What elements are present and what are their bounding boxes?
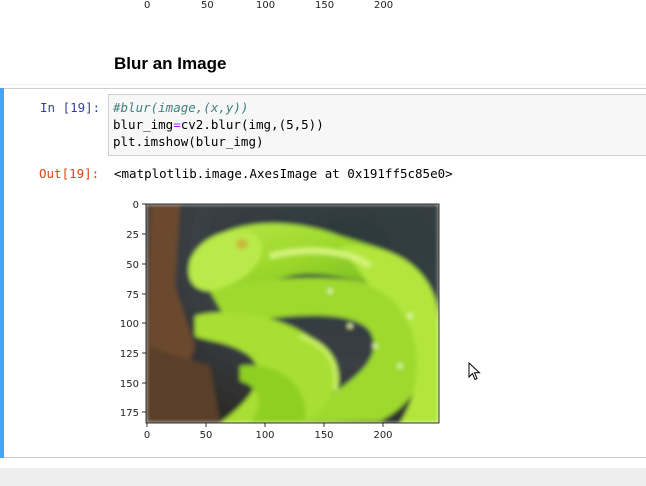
y-tick-label: 150: [120, 379, 139, 390]
y-tick-label: 50: [126, 260, 139, 271]
code-comment-line: #blur(image,(x,y)): [113, 100, 249, 115]
x-tick-label: 0: [144, 430, 150, 441]
tick-label: 200: [374, 0, 394, 11]
input-prompt: In [19]:: [40, 100, 101, 115]
code-token-call: cv2.blur(img,(5,5)): [180, 117, 324, 132]
y-tick-label: 125: [120, 349, 139, 360]
x-tick-label: 50: [200, 430, 213, 441]
markdown-heading: Blur an Image: [114, 54, 227, 73]
y-tick-label: 0: [133, 200, 139, 211]
cell-divider: [0, 84, 646, 85]
y-tick-label: 175: [120, 408, 139, 419]
x-tick-label: 100: [255, 430, 274, 441]
y-tick-label: 75: [126, 290, 139, 301]
output-prompt: Out[19]:: [39, 166, 100, 181]
x-tick-label: 200: [373, 430, 392, 441]
code-line-imshow: plt.imshow(blur_img): [113, 134, 264, 149]
code-token-op: =: [173, 117, 181, 132]
code-token-var: blur_img: [113, 117, 174, 132]
tick-label: 50: [201, 0, 214, 11]
mouse-cursor-icon: [468, 362, 481, 381]
y-tick-label: 100: [120, 319, 139, 330]
x-axis-labels: 0 50 100 150 200: [144, 430, 393, 441]
notebook-bottom-area: [0, 468, 646, 486]
imshow-plot: 0 25 50 75 100 125 150 175 0 50 100 150 …: [120, 200, 440, 441]
code-line-assign: blur_img=cv2.blur(img,(5,5)): [113, 117, 324, 132]
blurred-snake-image: [146, 204, 439, 423]
y-axis-ticks: [142, 203, 146, 413]
tick-label: 100: [256, 0, 276, 11]
x-axis-ticks: [146, 423, 384, 427]
tick-label: 0: [144, 0, 151, 11]
tick-label: 150: [315, 0, 335, 11]
y-tick-label: 25: [126, 230, 139, 241]
selected-cell-indicator: [0, 88, 4, 458]
x-tick-label: 150: [314, 430, 333, 441]
output-text: <matplotlib.image.AxesImage at 0x191ff5c…: [114, 166, 453, 181]
y-axis-labels: 0 25 50 75 100 125 150 175: [120, 200, 139, 419]
